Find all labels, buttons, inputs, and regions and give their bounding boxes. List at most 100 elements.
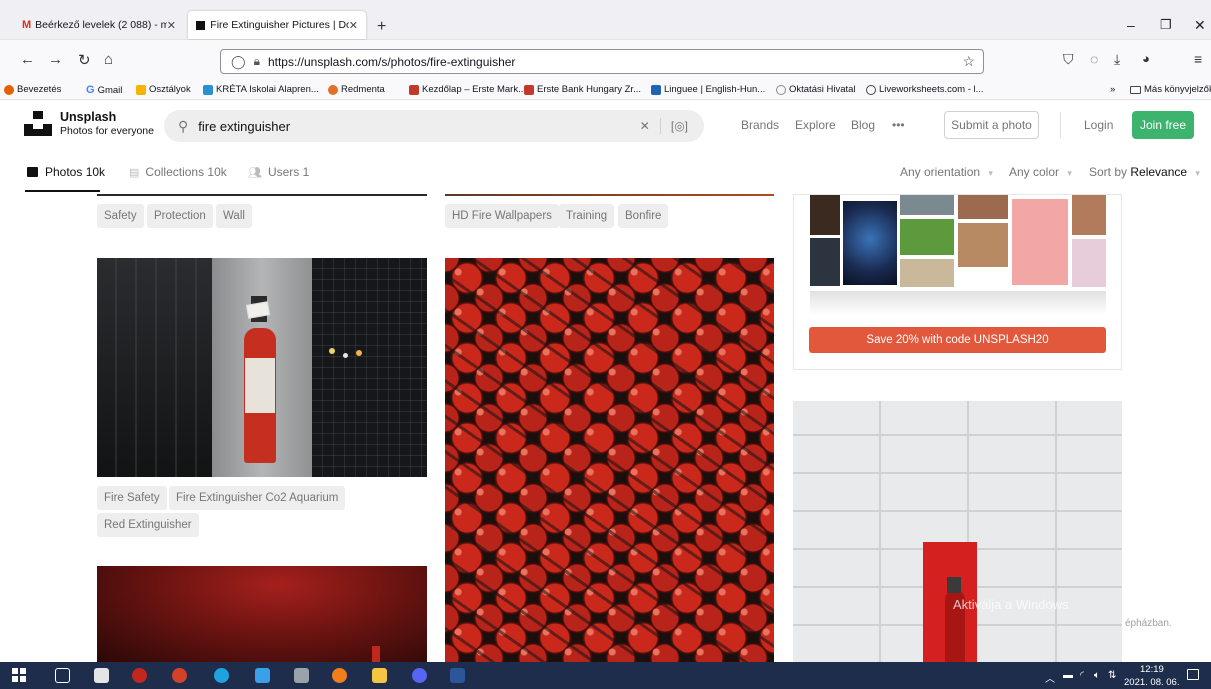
orientation-filter[interactable]: Any orientation ▾ [900,165,993,179]
promo-code-button[interactable]: Save 20% with code UNSPLASH20 [809,327,1106,353]
tag-safety[interactable]: Safety [97,204,144,228]
brand-tagline: Photos for everyone [60,125,154,137]
bookmark-item[interactable]: Liveworksheets.com - l... [866,84,984,95]
color-filter[interactable]: Any color ▾ [1009,165,1072,179]
tag-fire-safety[interactable]: Fire Safety [97,486,167,510]
bookmark-label: KRÉTA Iskolai Alapren... [216,84,319,95]
reload-icon[interactable]: ↻ [78,51,91,69]
bookmark-item[interactable]: Osztályok [136,84,191,95]
folder-icon [1130,85,1141,94]
bookmark-item[interactable]: Erste Bank Hungary Zr... [524,84,641,95]
active-tab-indicator [25,190,100,192]
calculator-icon[interactable] [294,668,309,683]
tab-label: Fire Extinguisher Pictures | Dow [210,19,349,31]
search-input[interactable]: fire extinguisher [198,119,290,134]
store-icon[interactable] [94,668,109,683]
login-link[interactable]: Login [1084,118,1113,132]
lock-icon: 🔒︎ [253,54,260,68]
bookmark-item[interactable]: Kezdőlap – Erste Mark... [409,84,526,95]
oktatasi-icon [776,84,786,95]
clock-date[interactable]: 2021. 08. 06. [1124,677,1179,688]
photo-many-extinguishers[interactable] [445,258,774,662]
sort-value: Relevance [1130,165,1188,179]
join-free-button[interactable]: Join free [1132,111,1194,139]
volume-icon[interactable]: 🔈︎ [1094,670,1100,681]
tab-unsplash[interactable]: Fire Extinguisher Pictures | Dow ✕ [188,11,366,39]
chevron-right-icon[interactable]: » [1110,84,1115,95]
tab-collections[interactable]: ▤ Collections 10k [129,165,227,179]
tag-protection[interactable]: Protection [147,204,213,228]
unsplash-icon [196,20,206,30]
tab-users[interactable]: 👥︎ Users 1 [248,165,309,179]
nav-explore[interactable]: Explore [795,118,836,132]
app-red-icon[interactable] [132,668,147,683]
bookmark-icon [4,84,14,95]
address-bar[interactable]: ◯ 🔒︎ https://unsplash.com/s/photos/fire-… [220,49,984,74]
bookmark-item[interactable]: KRÉTA Iskolai Alapren... [203,84,319,95]
nav-blog[interactable]: Blog [851,118,875,132]
battery-icon[interactable]: ▬ [1063,670,1073,681]
task-view-icon[interactable] [55,668,70,683]
bookmark-label: Erste Bank Hungary Zr... [537,84,642,95]
tag-training[interactable]: Training [559,204,615,228]
more-icon[interactable]: ••• [892,118,905,132]
shield-tracking-icon[interactable]: ◌ [1090,51,1098,67]
tag-wall[interactable]: Wall [216,204,252,228]
edge-icon[interactable] [214,668,229,683]
notification-icon[interactable] [1187,669,1199,680]
chevron-down-icon: ▾ [1195,168,1200,178]
bookmark-item[interactable]: Oktatási Hivatal [776,84,856,95]
sort-filter[interactable]: Sort by Relevance ▾ [1089,165,1200,179]
tab-photos[interactable]: Photos 10k [27,165,105,179]
menu-icon[interactable]: ≡ [1194,51,1202,67]
tab-gmail[interactable]: M Beérkező levelek (2 088) - miko ✕ [14,11,184,39]
photo-wall-extinguisher[interactable] [793,401,1122,662]
network-icon[interactable]: ⇅ [1108,670,1116,681]
tray-chevron-icon[interactable]: ︿ [1045,670,1055,685]
brand-name[interactable]: Unsplash [60,110,116,124]
firefox-icon[interactable] [332,668,347,683]
word-icon[interactable] [450,668,465,683]
visual-search-icon[interactable]: [◎] [671,119,688,133]
app-icon[interactable] [172,668,187,683]
bookmark-item[interactable]: G Gmail [86,84,122,96]
discord-icon[interactable] [412,668,427,683]
minimize-icon[interactable]: – [1127,17,1135,33]
search-icon[interactable]: ⚲ [178,118,188,135]
pocket-icon[interactable]: ⛉ [1063,51,1074,68]
clear-icon[interactable]: ✕ [640,119,650,133]
submit-photo-button[interactable]: Submit a photo [944,111,1039,139]
close-icon[interactable]: ✕ [167,19,176,32]
bookmark-label: Liveworksheets.com - l... [879,84,984,95]
restore-icon[interactable]: ❐ [1160,17,1172,33]
save-icon[interactable] [255,668,270,683]
extension-icon[interactable]: ◕ [1142,51,1150,66]
file-explorer-icon[interactable] [372,668,387,683]
tag-hd-fire-wallpapers[interactable]: HD Fire Wallpapers [445,204,559,228]
tag-red-extinguisher[interactable]: Red Extinguisher [97,513,199,537]
photo-red-wall[interactable] [97,566,427,662]
bookmark-star-icon[interactable]: ☆ [962,53,975,70]
bookmark-item[interactable]: Linguee | English-Hun... [651,84,765,95]
forward-icon[interactable]: → [48,51,63,68]
clock-time[interactable]: 12:19 [1140,664,1164,675]
bookmark-item[interactable]: Redmenta [328,84,385,95]
search-bar[interactable]: ⚲ fire extinguisher ✕ [◎] [164,110,704,142]
download-icon[interactable]: ⤓ [1114,51,1120,68]
nav-brands[interactable]: Brands [741,118,779,132]
new-tab-button[interactable]: + [377,18,386,36]
close-icon[interactable]: ✕ [349,19,358,32]
tag-fire-extinguisher-co2-aquarium[interactable]: Fire Extinguisher Co2 Aquarium [169,486,346,510]
globe-icon [866,84,876,95]
back-icon[interactable]: ← [20,51,35,68]
home-icon[interactable]: ⌂ [104,51,113,68]
photo-bottom-edge [445,194,774,196]
bookmark-item[interactable]: Bevezetés [4,84,61,95]
photo-fire-extinguisher-pillar[interactable] [97,258,427,477]
windows-start-icon[interactable] [12,668,26,682]
other-bookmarks-label: Más könyvjelzők [1144,84,1211,95]
wifi-icon[interactable]: ◜ [1080,670,1084,681]
tag-bonfire[interactable]: Bonfire [618,204,669,228]
other-bookmarks[interactable]: Más könyvjelzők [1130,84,1211,95]
close-window-icon[interactable]: ✕ [1194,17,1206,34]
